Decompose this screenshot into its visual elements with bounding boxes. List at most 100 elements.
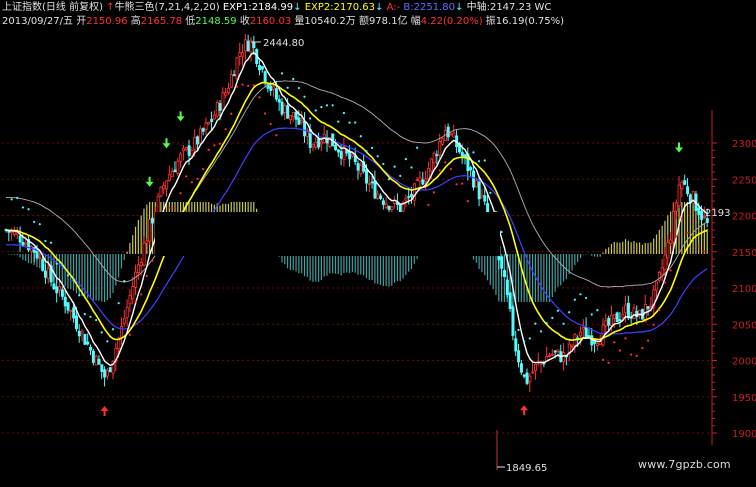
- sar-dot: [252, 84, 255, 87]
- candle-body: [314, 141, 318, 148]
- sar-dot: [325, 104, 329, 107]
- sar-dot: [613, 341, 616, 344]
- arrow-down-icon: ↓: [293, 2, 302, 13]
- sar-dot: [145, 274, 148, 277]
- candle-body: [626, 302, 630, 319]
- candle-body: [398, 204, 402, 213]
- header-line-1: 上证指数(日线 前复权) ↑牛熊三色(7,21,4,2,20) EXP1:218…: [2, 2, 551, 14]
- candle-body: [612, 314, 616, 319]
- axis-tick-label: 2000: [732, 357, 756, 368]
- sar-dot: [314, 109, 317, 112]
- sar-dot: [117, 302, 120, 305]
- sar-dot: [218, 142, 222, 145]
- sar-dot: [393, 165, 396, 168]
- candle-body: [187, 145, 191, 156]
- tail-label: WC: [534, 2, 552, 13]
- candle-body: [72, 307, 76, 319]
- sar-dot: [562, 322, 565, 325]
- candle-body: [134, 271, 138, 288]
- candle-body: [97, 358, 101, 365]
- candle-body: [193, 136, 197, 150]
- sar-dot: [83, 312, 86, 316]
- sar-dot: [140, 293, 143, 296]
- sar-dot: [472, 151, 475, 154]
- sar-dot: [528, 337, 531, 340]
- candle-body: [227, 87, 231, 94]
- sar-dot: [185, 175, 188, 178]
- candle-body: [148, 219, 152, 242]
- candle-body: [179, 153, 183, 162]
- candle-body: [404, 197, 408, 201]
- amount-value: 978.1亿: [368, 16, 408, 27]
- sar-dot: [376, 155, 379, 158]
- mid-axis-line: [5, 80, 708, 288]
- sar-dot: [342, 111, 346, 115]
- arrow-down-icon: ↓: [455, 2, 464, 13]
- arrow-down-icon: ↓: [374, 2, 384, 13]
- arrow-up-icon: [100, 406, 109, 417]
- candle-body: [373, 180, 377, 199]
- sar-dot: [551, 316, 554, 319]
- sar-dot: [309, 117, 312, 120]
- candle-body: [483, 195, 487, 202]
- sar-dot: [207, 148, 210, 151]
- sar-dot: [286, 86, 289, 89]
- candle-body: [142, 242, 146, 266]
- candle-body: [517, 350, 521, 363]
- candle-body: [610, 314, 614, 327]
- candle-body: [514, 338, 518, 352]
- candle-body: [477, 181, 481, 200]
- sar-dot: [455, 183, 458, 186]
- candle-body: [311, 143, 315, 147]
- arrow-down-icon: [145, 176, 154, 187]
- candle-body: [562, 352, 566, 363]
- candle-body: [167, 174, 171, 181]
- candle-body: [86, 341, 90, 345]
- low-value: 2148.59: [195, 16, 237, 27]
- candle-body: [474, 180, 478, 188]
- sar-dot: [196, 177, 199, 180]
- header-line-2: 2013/09/27/五 开2150.96 高2165.78 低2148.59 …: [2, 16, 564, 28]
- candle-body: [173, 169, 177, 173]
- candle-body: [198, 128, 202, 144]
- candle-body: [60, 289, 64, 297]
- sar-dot: [190, 181, 193, 184]
- change-value: 4.22(0.20%): [420, 16, 483, 27]
- candle-body: [258, 65, 262, 71]
- candle-body: [232, 74, 236, 77]
- candle-body: [204, 122, 208, 131]
- arrow-down-icon: [162, 138, 171, 149]
- sar-dot: [89, 315, 92, 318]
- sar-dot: [675, 235, 678, 238]
- occlusion-band: [155, 212, 500, 256]
- sar-dot: [128, 333, 132, 336]
- high-annotation: 2444.80: [263, 38, 304, 49]
- sar-dot: [607, 361, 610, 364]
- axis-tick-label: 1950: [732, 393, 756, 404]
- date-label: 2013/09/27/五: [2, 16, 74, 27]
- sar-dot: [21, 206, 24, 209]
- candle-body: [587, 335, 591, 337]
- sar-dot: [669, 269, 672, 272]
- candle-body: [300, 120, 304, 123]
- sar-dot: [370, 146, 374, 149]
- sar-dot: [652, 323, 655, 326]
- candle-body: [243, 39, 247, 52]
- candle-body: [55, 286, 59, 294]
- candle-body: [480, 195, 484, 198]
- sar-dot: [466, 200, 469, 203]
- candle-body: [469, 167, 473, 171]
- candle-body: [660, 267, 664, 275]
- candle-body: [263, 71, 267, 84]
- candle-body: [556, 349, 560, 352]
- exp1-label: EXP1:: [222, 2, 252, 13]
- candle-body: [621, 314, 625, 318]
- candle-body: [286, 105, 290, 119]
- sar-dot: [663, 281, 667, 284]
- b-value: 2251.80: [413, 2, 455, 13]
- candle-body: [303, 120, 307, 137]
- sar-dot: [680, 217, 683, 220]
- candle-body: [671, 210, 675, 243]
- candle-body: [229, 74, 233, 88]
- sar-dot: [410, 166, 413, 169]
